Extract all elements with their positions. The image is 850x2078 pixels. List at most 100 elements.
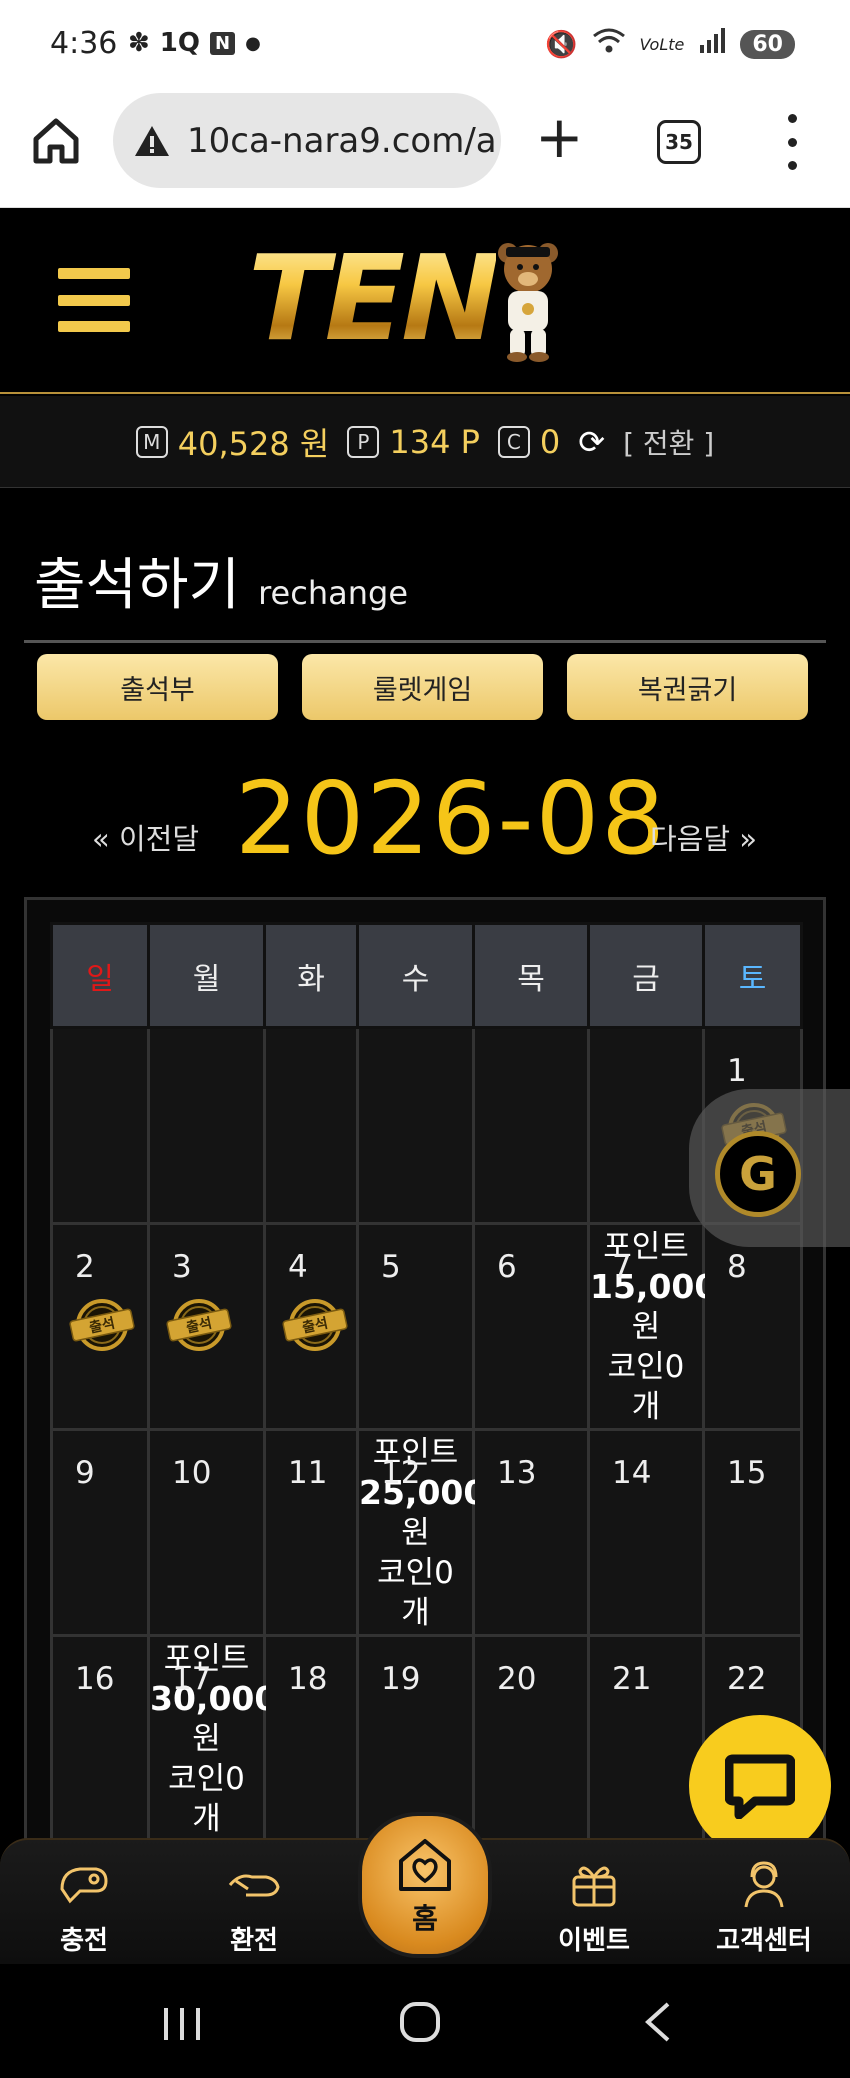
- calendar-day-cell[interactable]: 20: [472, 1634, 590, 1843]
- chat-bubble-icon: [725, 1754, 795, 1819]
- day-number: 6: [497, 1249, 517, 1285]
- warning-icon[interactable]: [133, 124, 171, 158]
- calendar-day-cell[interactable]: 포인트 25,000 원 코인0 개 12: [356, 1428, 486, 1637]
- calendar-day-cell[interactable]: 포인트 15,000 원 코인0 개 7: [587, 1222, 717, 1431]
- g-coin-icon[interactable]: G: [715, 1131, 801, 1217]
- browser-toolbar: 10ca-nara9.com/a + 35: [0, 90, 850, 208]
- reward-label: 포인트 15,000 원 코인0 개: [590, 1227, 717, 1427]
- calendar-day-cell[interactable]: 13: [472, 1428, 590, 1637]
- back-icon[interactable]: [640, 2000, 676, 2044]
- day-number: 11: [288, 1455, 328, 1491]
- calendar-day-cell[interactable]: 16: [50, 1634, 150, 1843]
- tab-lottery[interactable]: 복권긁기: [567, 654, 808, 720]
- calendar-day-cell[interactable]: 2 출석: [50, 1222, 150, 1431]
- money-icon: M: [135, 425, 168, 458]
- calendar-day-cell[interactable]: 18: [263, 1634, 359, 1843]
- day-number: 14: [612, 1455, 652, 1491]
- calendar-day-cell[interactable]: 4 출석: [263, 1222, 359, 1431]
- calendar-day-cell[interactable]: 3 출석: [147, 1222, 266, 1431]
- calendar-day-cell[interactable]: 5: [356, 1222, 475, 1431]
- switch-button[interactable]: [ 전환 ]: [623, 422, 714, 462]
- new-tab-button[interactable]: +: [535, 108, 584, 166]
- weekday-header: 화: [263, 922, 359, 1029]
- calendar-day-cell[interactable]: 10: [147, 1428, 266, 1637]
- day-number: 13: [497, 1455, 537, 1491]
- day-number: 9: [75, 1455, 95, 1491]
- day-number: 8: [727, 1249, 747, 1285]
- hamburger-menu-icon[interactable]: [58, 268, 130, 332]
- day-number: 5: [381, 1249, 401, 1285]
- page-subtitle: rechange: [258, 574, 408, 612]
- refresh-icon[interactable]: ⟳: [578, 423, 605, 461]
- status-time: 4:36: [50, 26, 118, 61]
- dot-icon: ●: [245, 32, 261, 54]
- wifi-icon: [592, 26, 626, 63]
- app-10-icon: 1Q: [159, 28, 200, 58]
- browser-home-button[interactable]: [30, 115, 82, 167]
- chat-button[interactable]: [689, 1715, 831, 1857]
- nav-support[interactable]: 고객센터: [689, 1848, 839, 1957]
- money-value: 40,528 원: [177, 424, 330, 463]
- tab-buttons: 출석부 룰렛게임 복권긁기: [37, 654, 808, 720]
- weekday-header: 목: [472, 922, 590, 1029]
- nav-charge[interactable]: 충전: [9, 1848, 159, 1957]
- nav-event[interactable]: 이벤트: [519, 1848, 669, 1957]
- calendar-day-cell[interactable]: 6: [472, 1222, 590, 1431]
- system-navigation-bar: [0, 1964, 850, 2078]
- day-number: 20: [497, 1661, 537, 1697]
- settings-icon: ✽: [128, 28, 150, 58]
- page-title-row: 출석하기 rechange: [34, 540, 408, 621]
- calendar-day-cell[interactable]: 8: [702, 1222, 803, 1431]
- battery-icon: 60: [740, 30, 795, 59]
- reward-count: 개: [631, 1389, 661, 1425]
- calendar-day-cell[interactable]: [147, 1026, 266, 1225]
- coin-balance: C 0: [497, 423, 560, 461]
- url-text[interactable]: 10ca-nara9.com/a: [187, 121, 497, 161]
- calendar-day-cell[interactable]: [587, 1026, 705, 1225]
- calendar-day-cell[interactable]: [472, 1026, 590, 1225]
- calendar-day-cell[interactable]: [263, 1026, 359, 1225]
- site-logo[interactable]: TEN: [248, 228, 568, 368]
- calendar-day-cell[interactable]: 14: [587, 1428, 705, 1637]
- reward-unit: 원: [192, 1721, 221, 1757]
- tab-switcher-button[interactable]: 35: [657, 120, 701, 164]
- browser-menu-button[interactable]: [784, 114, 800, 170]
- point-value: 134 P: [389, 422, 480, 461]
- tab-attendance[interactable]: 출석부: [37, 654, 278, 720]
- calendar-day-cell[interactable]: 9: [50, 1428, 150, 1637]
- calendar-day-cell[interactable]: [356, 1026, 475, 1225]
- attendance-stamp-icon: 출석: [69, 1299, 135, 1351]
- calendar-day-cell[interactable]: [50, 1026, 150, 1225]
- site-header: TEN: [0, 208, 850, 394]
- calendar-day-cell[interactable]: 21: [587, 1634, 705, 1843]
- calendar-day-cell[interactable]: 11: [263, 1428, 359, 1637]
- day-number: 21: [612, 1661, 652, 1697]
- attendance-stamp-icon: 출석: [282, 1299, 348, 1351]
- day-number: 3: [172, 1249, 192, 1285]
- next-month-link[interactable]: 다음달 »: [650, 816, 757, 858]
- floating-coin-panel[interactable]: G: [689, 1089, 850, 1247]
- nav-charge-label: 충전: [60, 1926, 108, 1956]
- logo-text: TEN: [248, 229, 500, 367]
- calendar-day-cell[interactable]: 포인트 30,000 원 코인0 개 17: [147, 1634, 277, 1843]
- nav-support-label: 고객센터: [716, 1926, 812, 1956]
- recent-apps-icon[interactable]: [160, 2004, 206, 2044]
- calendar-week-row: 16 포인트 30,000 원 코인0 개 17 18 19 20 21 22: [50, 1634, 803, 1843]
- day-number: 1: [727, 1053, 747, 1089]
- naver-icon: N: [210, 31, 236, 55]
- nav-home[interactable]: 홈: [358, 1812, 492, 1958]
- calendar-week-row: 2 출석 3 출석 4 출석 5 6 포인트 15,000 원 코인0 개 7 8: [50, 1222, 803, 1431]
- home-heart-icon: [399, 1839, 451, 1891]
- weekday-header: 토: [702, 922, 803, 1029]
- prev-month-link[interactable]: « 이전달: [92, 816, 199, 858]
- tab-roulette[interactable]: 룰렛게임: [302, 654, 543, 720]
- home-circle-icon[interactable]: [398, 2000, 442, 2044]
- support-icon: [744, 1861, 784, 1908]
- balance-bar: M 40,528 원 P 134 P C 0 ⟳ [ 전환 ]: [0, 396, 850, 488]
- calendar-day-cell[interactable]: 15: [702, 1428, 803, 1637]
- nav-exchange[interactable]: 환전: [179, 1848, 329, 1957]
- calendar-day-cell[interactable]: 19: [356, 1634, 475, 1843]
- day-number: 18: [288, 1661, 328, 1697]
- address-bar[interactable]: 10ca-nara9.com/a: [113, 93, 501, 188]
- page-title: 출석하기: [34, 553, 241, 618]
